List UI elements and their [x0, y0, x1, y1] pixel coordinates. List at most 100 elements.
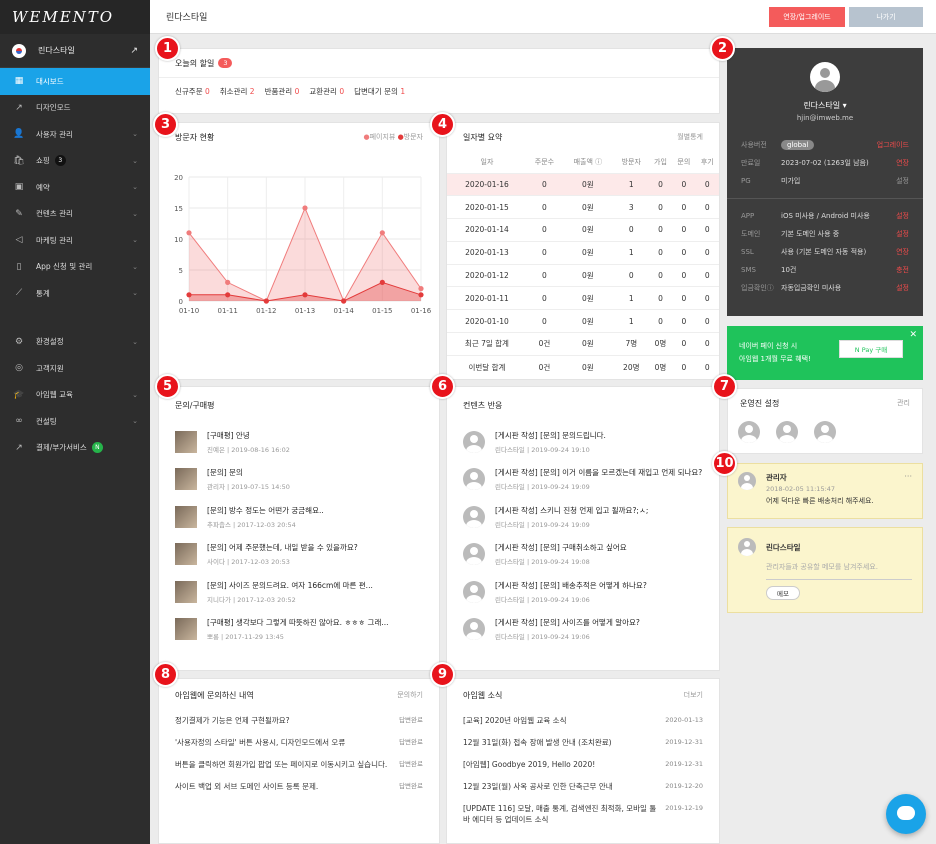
list-item[interactable]: [구매평] 생각보다 그렇게 따뜻하진 않아요. ㅎㅎㅎ 그래... 뽀롱 | 2… — [159, 611, 439, 649]
chevron-down-icon[interactable]: ⌄ — [132, 263, 138, 271]
list-item[interactable]: '사용자정의 스타일' 버튼 사용시, 디자인모드에서 오류 답변완료 — [159, 737, 439, 759]
nav-icon: 🎓 — [13, 389, 25, 400]
profile-action-link[interactable]: 연장 — [896, 247, 909, 257]
y-tick-label: 5 — [179, 267, 183, 275]
order-status-item[interactable]: 답변대기 문의 1 — [354, 86, 405, 97]
staff-avatar[interactable] — [738, 421, 760, 443]
profile-value: 2023-07-02 (1263일 남음) — [781, 158, 869, 168]
list-item[interactable]: 12월 23일(월) 사옥 공사로 인한 단축근무 안내 2019-12-20 — [447, 781, 719, 803]
list-item[interactable]: 정기결제가 기능은 언제 구현될까요? 답변완료 — [159, 715, 439, 737]
avatar — [463, 543, 485, 566]
list-item[interactable]: [아임웹] Goodbye 2019, Hello 2020! 2019-12-3… — [447, 759, 719, 781]
nav-icon: ↗ — [15, 102, 23, 113]
y-tick-label: 10 — [174, 236, 183, 244]
profile-action-link[interactable]: 설정 — [896, 176, 909, 186]
nav-item[interactable]: 🎓 아임웹 교육 ⌄ — [0, 382, 150, 409]
chevron-down-icon[interactable]: ⌄ — [132, 130, 138, 138]
brand-logo[interactable]: WEMENTO — [0, 0, 150, 34]
monthly-stats-link[interactable]: 월별통계 — [677, 132, 703, 142]
chevron-down-icon[interactable]: ⌄ — [132, 236, 138, 244]
close-icon[interactable]: ✕ — [909, 330, 917, 340]
nav-item[interactable]: ⚙ 환경설정 ⌄ — [0, 329, 150, 356]
item-title: [구매평] 생각보다 그렇게 따뜻하진 않아요. ㅎㅎㅎ 그래... — [207, 618, 389, 628]
list-item[interactable]: 버튼을 클릭하면 회원가입 팝업 또는 페이지로 이동시키고 싶습니다. 답변완료 — [159, 759, 439, 781]
staff-avatar[interactable] — [776, 421, 798, 443]
list-item[interactable]: [구매평] 안녕 진예은 | 2019-08-16 16:02 — [159, 423, 439, 461]
visitor-chart: 0 5 10 15 20 01-10 01-11 01-12 01-13 01-14 01-15 01… — [174, 174, 432, 315]
ask-link[interactable]: 문의하기 — [397, 690, 423, 700]
nav-item[interactable]: ⟋ 통계 ⌄ — [0, 280, 150, 307]
site-selector[interactable]: 린다스타일 ↗ — [0, 34, 150, 68]
profile-name[interactable]: 린다스타일 ▾ — [727, 100, 923, 111]
naver-pay-banner[interactable]: 네이버 페이 신청 시 아임웹 1개월 무료 혜택! N Pay 구매 ✕ — [727, 326, 923, 380]
more-icon[interactable]: ··· — [904, 472, 912, 481]
staff-avatar[interactable] — [814, 421, 836, 443]
nav-item[interactable]: ▯ App 신청 및 관리 ⌄ — [0, 254, 150, 281]
list-item[interactable]: [문의] 문의 관리자 | 2019-07-15 14:50 — [159, 461, 439, 499]
nav-icon: ∞ — [15, 416, 23, 427]
memo-input[interactable]: 관리자들과 공유할 메모를 남겨주세요. — [766, 562, 912, 580]
item-meta: 린다스타일 | 2019-09-24 19:09 — [495, 483, 590, 492]
item-meta: 린다스타일 | 2019-09-24 19:09 — [495, 520, 590, 529]
list-item[interactable]: [교육] 2020년 아임웹 교육 소식 2020-01-13 — [447, 715, 719, 737]
memo-button[interactable]: 메모 — [766, 586, 800, 600]
today-title: 오늘의 할일 — [175, 58, 215, 68]
list-item[interactable]: [게시판 작성] [문의] 이거 이름을 모르겠는데 재입고 언제 되나요? 린다… — [447, 461, 719, 499]
table-row: 2020-01-13 0 0원 1 0 0 0 — [447, 240, 719, 265]
order-status-item[interactable]: 신규주문 0 — [175, 86, 210, 97]
exit-button[interactable]: 나가기 — [849, 7, 923, 27]
chevron-down-icon[interactable]: ⌄ — [132, 417, 138, 425]
nav-item[interactable]: ◎ 고객지원 — [0, 355, 150, 382]
list-item[interactable]: 12월 31일(화) 접속 장애 발생 안내 (조치완료) 2019-12-31 — [447, 737, 719, 759]
data-point — [418, 292, 424, 298]
nav-item[interactable]: ▦ 대시보드 — [0, 68, 150, 95]
list-item[interactable]: [게시판 작성] 스키니 진청 언제 입고 될까요?;ㅅ; 린다스타일 | 201… — [447, 498, 719, 536]
item-meta: 추파춥스 | 2017-12-03 20:54 — [207, 520, 296, 529]
external-link-icon[interactable]: ↗ — [130, 46, 138, 56]
nav-item[interactable]: ∞ 컨설팅 ⌄ — [0, 408, 150, 435]
chevron-down-icon[interactable]: ⌄ — [132, 391, 138, 399]
list-item[interactable]: [게시판 작성] [문의] 사이즈를 어떻게 알아요? 린다스타일 | 2019-… — [447, 611, 719, 649]
chat-button[interactable] — [886, 794, 926, 834]
chevron-down-icon[interactable]: ⌄ — [132, 338, 138, 346]
content-title: 컨텐츠 반응 — [463, 400, 503, 410]
list-item[interactable]: [UPDATE 116] 모달, 매출 통계, 검색엔진 최적화, 모바일 툴바… — [447, 803, 719, 825]
manage-link[interactable]: 관리 — [897, 398, 910, 408]
item-meta: 린다스타일 | 2019-09-24 19:06 — [495, 595, 590, 604]
list-item[interactable]: [게시판 작성] [문의] 문의드립니다. 린다스타일 | 2019-09-24 … — [447, 423, 719, 461]
table-cell: 0 — [526, 195, 562, 219]
item-date: 2019-12-31 — [665, 760, 703, 768]
list-item[interactable]: [문의] 사이즈 문의드려요. 여자 166cm에 마른 편... 지니다가 | … — [159, 573, 439, 611]
product-thumbnail — [175, 430, 197, 453]
profile-action-link[interactable]: 충전 — [896, 265, 909, 275]
chevron-down-icon[interactable]: ⌄ — [132, 210, 138, 218]
upgrade-button[interactable]: 연장/업그레이드 — [769, 7, 845, 27]
order-status-count: 2 — [249, 87, 255, 96]
nav-item[interactable]: ↗ 디자인모드 — [0, 95, 150, 122]
list-item[interactable]: [게시판 작성] [문의] 배송추적은 어떻게 하나요? 린다스타일 | 2019… — [447, 573, 719, 611]
profile-action-link[interactable]: 연장 — [896, 158, 909, 168]
memo-user: 린다스타일 — [766, 542, 801, 552]
profile-action-link[interactable]: 설정 — [896, 229, 909, 239]
list-item[interactable]: [문의] 어제 주문했는데, 내일 받을 수 있을까요? 사이다 | 2017-1… — [159, 536, 439, 574]
order-status-item[interactable]: 취소관리 2 — [220, 86, 255, 97]
nav-item[interactable]: 🛍 쇼핑 3 ⌄ — [0, 148, 150, 175]
chevron-down-icon[interactable]: ⌄ — [132, 183, 138, 191]
nav-item[interactable]: ▣ 예약 ⌄ — [0, 174, 150, 201]
nav-item[interactable]: 👤 사용자 관리 ⌄ — [0, 121, 150, 148]
profile-action-link[interactable]: 설정 — [896, 283, 909, 293]
profile-action-link[interactable]: 업그레이드 — [877, 140, 909, 150]
chevron-down-icon[interactable]: ⌄ — [132, 157, 138, 165]
profile-action-link[interactable]: 설정 — [896, 211, 909, 221]
nav-item[interactable]: ↗ 결제/부가서비스 N — [0, 435, 150, 462]
list-item[interactable]: [게시판 작성] [문의] 구매취소하고 싶어요 린다스타일 | 2019-09-… — [447, 536, 719, 574]
order-status-item[interactable]: 반품관리 0 — [265, 86, 300, 97]
chevron-down-icon[interactable]: ⌄ — [132, 289, 138, 297]
list-item[interactable]: 사이트 백업 외 서브 도메인 사이트 등록 문제. 답변완료 — [159, 781, 439, 803]
order-status-item[interactable]: 교환관리 0 — [309, 86, 344, 97]
nav-item[interactable]: ✎ 컨텐츠 관리 ⌄ — [0, 201, 150, 228]
more-link[interactable]: 더보기 — [684, 690, 703, 700]
npay-button[interactable]: N Pay 구매 — [839, 340, 903, 358]
list-item[interactable]: [문의] 방수 정도는 어떤가 궁금해요.. 추파춥스 | 2017-12-03 … — [159, 498, 439, 536]
nav-item[interactable]: ◁ 마케팅 관리 ⌄ — [0, 227, 150, 254]
